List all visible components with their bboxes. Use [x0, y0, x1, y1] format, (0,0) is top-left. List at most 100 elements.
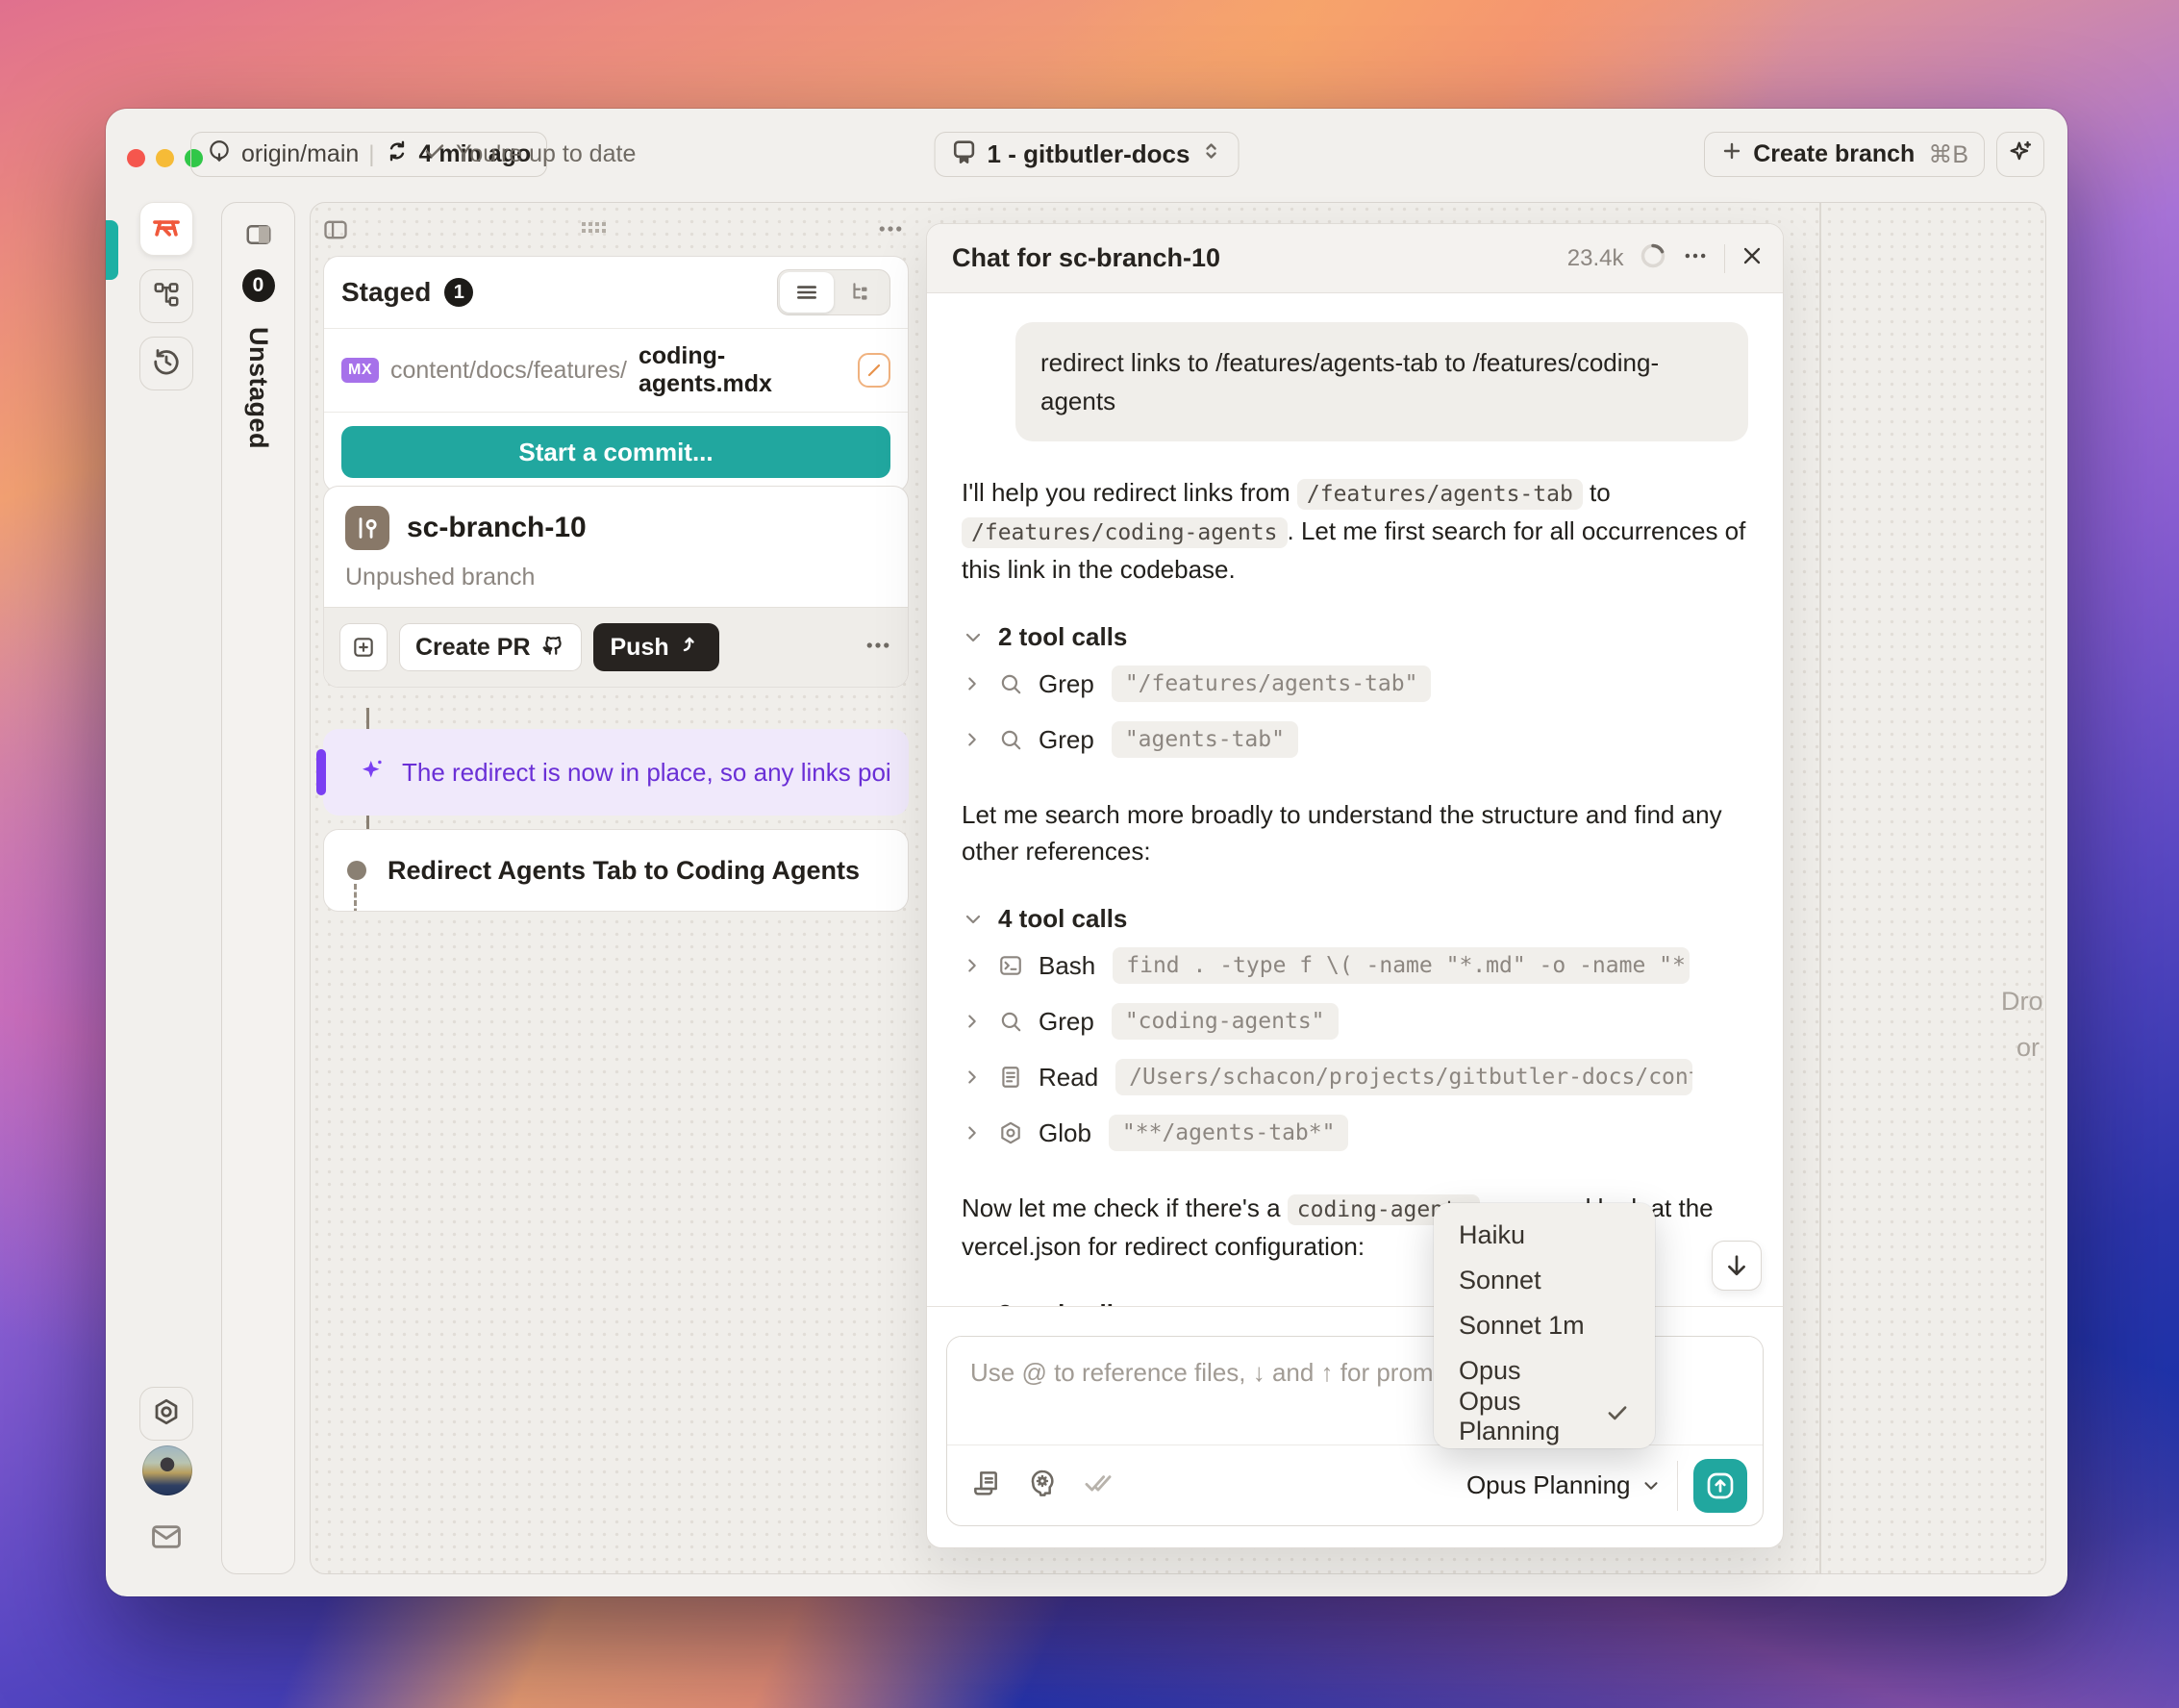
list-view-button[interactable] — [780, 272, 834, 313]
chat-menu-button[interactable] — [1682, 242, 1709, 274]
tool-call-row[interactable]: Glob "**/agents-tab*" — [962, 1109, 1748, 1157]
history-icon — [152, 347, 181, 381]
tool-call-row[interactable]: Grep "/features/agents-tab" — [962, 660, 1748, 708]
empty-lane-drop-hint: Dro or — [2001, 978, 2045, 1070]
close-window-button[interactable] — [127, 149, 145, 167]
inline-code: /features/coding-agents — [962, 517, 1288, 548]
titlebar: origin/main | 4 min ago You're up to dat… — [106, 109, 2067, 201]
terminal-icon — [1000, 956, 1021, 975]
project-name-label: 1 - gitbutler-docs — [987, 139, 1190, 168]
start-commit-button[interactable]: Start a commit... — [341, 426, 890, 478]
chevron-down-icon — [965, 915, 981, 923]
branch-icon — [345, 506, 389, 550]
github-icon — [540, 632, 565, 664]
staged-card: Staged 1 MX content/docs/features/ codin… — [323, 256, 909, 492]
chat-panel: Chat for sc-branch-10 23.4k redirect lin… — [926, 223, 1784, 1548]
chevron-right-icon — [968, 959, 976, 972]
expand-panel-icon[interactable] — [244, 220, 273, 254]
prompt-templates-button[interactable] — [970, 1468, 1001, 1503]
divider: | — [368, 140, 375, 167]
ai-summary-pill[interactable]: The redirect is now in place, so any lin… — [323, 729, 909, 816]
remote-icon — [207, 138, 232, 170]
hexagon-glob-icon — [1001, 1121, 1020, 1144]
tool-call-row[interactable]: Read /Users/schacon/projects/gitbutler-d… — [962, 1053, 1748, 1101]
ai-model-settings-button[interactable] — [1026, 1468, 1057, 1503]
send-message-button[interactable] — [1693, 1458, 1747, 1513]
chat-title: Chat for sc-branch-10 — [952, 243, 1221, 272]
document-icon — [1002, 1067, 1019, 1088]
arrow-down-icon — [1728, 1255, 1745, 1276]
model-selected-label: Opus Planning — [1465, 1470, 1631, 1499]
staged-title-label: Staged — [341, 277, 432, 307]
mdx-file-badge: MX — [341, 358, 379, 383]
chevron-right-icon — [968, 1015, 976, 1028]
gear-icon — [152, 1397, 181, 1431]
chevron-down-icon — [962, 1303, 985, 1308]
sync-icon — [385, 138, 410, 170]
mail-icon — [148, 1525, 185, 1559]
unstaged-panel-collapsed[interactable]: 0 Unstaged — [221, 202, 295, 1574]
sidebar-item-history[interactable] — [139, 337, 193, 390]
tool-call-group: 4 tool calls Bash find . -type f \( -nam… — [962, 904, 1748, 1157]
user-message-bubble: redirect links to /features/agents-tab t… — [1015, 322, 1748, 441]
tool-call-row[interactable]: Grep "coding-agents" — [962, 997, 1748, 1045]
scroll-to-bottom-button[interactable] — [1712, 1241, 1762, 1291]
settings-button[interactable] — [139, 1387, 193, 1441]
tool-call-row[interactable]: Bash find . -type f \( -name "*.md" -o -… — [962, 942, 1748, 990]
branch-menu-button[interactable] — [864, 631, 892, 665]
user-avatar[interactable] — [142, 1445, 192, 1495]
tool-group-header[interactable]: 2 tool calls — [962, 622, 1748, 652]
app-window: origin/main | 4 min ago You're up to dat… — [106, 109, 2067, 1596]
commit-graph-dashed-line — [354, 884, 357, 911]
chat-messages[interactable]: redirect links to /features/agents-tab t… — [927, 293, 1783, 1307]
staged-file-row[interactable]: MX content/docs/features/ coding-agents.… — [324, 329, 908, 413]
chevron-down-icon — [1643, 1481, 1658, 1490]
plus-icon — [1720, 139, 1743, 169]
model-selector[interactable]: Opus Planning — [1466, 1470, 1662, 1500]
minimize-window-button[interactable] — [156, 149, 174, 167]
chat-header: Chat for sc-branch-10 23.4k — [927, 224, 1783, 293]
push-button[interactable]: Push — [592, 623, 719, 671]
sidebar-item-branches[interactable] — [139, 269, 193, 323]
ai-actions-button[interactable] — [1996, 132, 2044, 177]
chevron-right-icon — [968, 1126, 976, 1140]
unstaged-label: Unstaged — [244, 327, 273, 450]
close-chat-button[interactable] — [1741, 244, 1764, 272]
menu-item-haiku[interactable]: Haiku — [1434, 1213, 1655, 1258]
assistant-paragraph: Let me search more broadly to understand… — [962, 800, 1722, 866]
model-dropdown-menu: Haiku Sonnet Sonnet 1m Opus Opus Plannin… — [1434, 1203, 1655, 1448]
file-directory-label: content/docs/features/ — [390, 356, 627, 384]
lane-menu-button[interactable] — [876, 214, 905, 248]
branch-name-label[interactable]: sc-branch-10 — [407, 512, 587, 544]
project-icon — [951, 138, 978, 171]
tool-group-header[interactable]: 4 tool calls — [962, 904, 1748, 934]
create-pr-button[interactable]: Create PR — [399, 623, 582, 671]
auto-approve-toggle[interactable] — [1082, 1467, 1115, 1504]
up-to-date-status: You're up to date — [423, 132, 636, 177]
collapse-lane-icon[interactable] — [322, 216, 349, 248]
tool-arg-chip: /Users/schacon/projects/gitbutler-docs/c… — [1115, 1059, 1693, 1095]
create-branch-label: Create branch — [1753, 140, 1916, 167]
add-dependent-branch-button[interactable] — [339, 623, 388, 671]
create-branch-button[interactable]: Create branch ⌘B — [1704, 132, 1985, 177]
view-toggle — [777, 269, 890, 315]
search-icon — [1001, 674, 1021, 694]
menu-item-sonnet-1m[interactable]: Sonnet 1m — [1434, 1303, 1655, 1348]
send-arrow-icon — [1707, 1472, 1734, 1498]
chevron-right-icon — [968, 1070, 976, 1084]
commit-dot-icon — [347, 861, 366, 880]
inline-code: /features/agents-tab — [1296, 479, 1583, 510]
check-icon — [423, 139, 446, 169]
lane-drag-handle[interactable] — [582, 222, 609, 236]
commit-row[interactable]: Redirect Agents Tab to Coding Agents — [323, 829, 909, 912]
feedback-mail-button[interactable] — [148, 1519, 185, 1560]
menu-item-sonnet[interactable]: Sonnet — [1434, 1258, 1655, 1303]
project-switcher[interactable]: 1 - gitbutler-docs — [934, 132, 1240, 177]
sidebar-item-workspace[interactable] — [139, 202, 193, 256]
remote-branch-label: origin/main — [241, 140, 360, 167]
commit-message-label: Redirect Agents Tab to Coding Agents — [388, 855, 861, 885]
tree-view-button[interactable] — [834, 272, 888, 313]
menu-item-opus-planning[interactable]: Opus Planning — [1434, 1387, 1655, 1445]
create-pr-label: Create PR — [415, 633, 531, 661]
tool-call-row[interactable]: Grep "agents-tab" — [962, 716, 1748, 764]
